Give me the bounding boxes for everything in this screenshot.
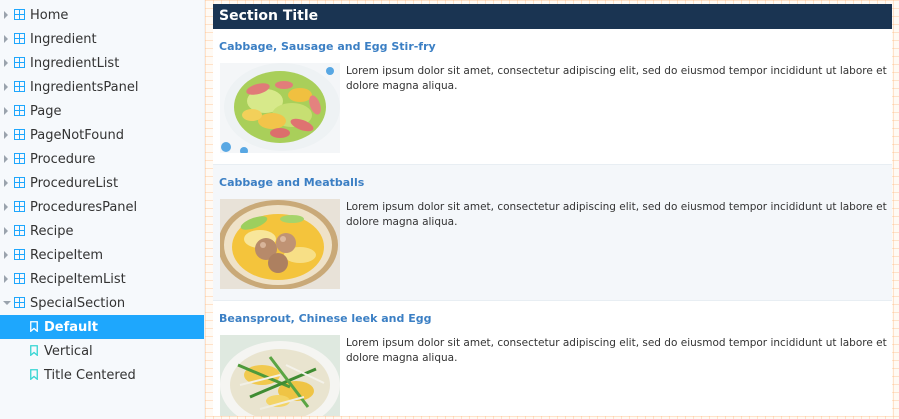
recipe-title[interactable]: Cabbage and Meatballs — [219, 176, 364, 189]
sidebar-item-recipeitem[interactable]: RecipeItem — [0, 243, 204, 267]
sidebar-item-label: PageNotFound — [30, 127, 124, 143]
recipe-title[interactable]: Cabbage, Sausage and Egg Stir-fry — [219, 40, 436, 53]
recipe-description: Lorem ipsum dolor sit amet, consectetur … — [346, 337, 887, 364]
component-icon — [14, 297, 25, 308]
sidebar-item-pagenotfound[interactable]: PageNotFound — [0, 123, 204, 147]
sidebar-item-page[interactable]: Page — [0, 99, 204, 123]
component-icon — [14, 273, 25, 284]
component-icon — [14, 129, 25, 140]
expand-caret-icon[interactable] — [4, 35, 8, 43]
expand-caret-icon[interactable] — [4, 179, 8, 187]
expand-caret-icon[interactable] — [4, 275, 8, 283]
recipe-description: Lorem ipsum dolor sit amet, consectetur … — [346, 201, 887, 228]
sidebar-item-label: SpecialSection — [30, 295, 126, 311]
sidebar-item-label: ProceduresPanel — [30, 199, 138, 215]
sidebar-item-label: Procedure — [30, 151, 96, 167]
bookmark-icon — [30, 369, 38, 380]
recipe-description: Lorem ipsum dolor sit amet, consectetur … — [346, 65, 887, 92]
expand-caret-icon[interactable] — [4, 11, 8, 19]
component-icon — [14, 81, 25, 92]
sidebar-item-ingredientlist[interactable]: IngredientList — [0, 51, 204, 75]
recipe-card[interactable]: Beansprout, Chinese leek and Egg Lorem i… — [213, 301, 892, 416]
expand-caret-icon[interactable] — [4, 107, 8, 115]
story-label: Title Centered — [44, 367, 136, 383]
sidebar-item-procedure[interactable]: Procedure — [0, 147, 204, 171]
bookmark-icon — [30, 321, 38, 332]
story-label: Default — [44, 319, 98, 335]
sidebar-item-procedurespanel[interactable]: ProceduresPanel — [0, 195, 204, 219]
story-default[interactable]: Default — [0, 315, 204, 339]
component-icon — [14, 105, 25, 116]
sidebar-item-specialsection[interactable]: SpecialSection — [0, 291, 204, 315]
expand-caret-icon[interactable] — [4, 227, 8, 235]
component-icon — [14, 225, 25, 236]
recipe-title[interactable]: Beansprout, Chinese leek and Egg — [219, 312, 431, 325]
sidebar-item-home[interactable]: Home — [0, 3, 204, 27]
sidebar-item-ingredientspanel[interactable]: IngredientsPanel — [0, 75, 204, 99]
component-icon — [14, 33, 25, 44]
sidebar-item-recipeitemlist[interactable]: RecipeItemList — [0, 267, 204, 291]
component-icon — [14, 57, 25, 68]
sidebar-item-label: RecipeItemList — [30, 271, 126, 287]
expand-caret-icon[interactable] — [4, 251, 8, 259]
sidebar-item-label: Home — [30, 7, 69, 23]
component-icon — [14, 249, 25, 260]
sidebar-item-label: ProcedureList — [30, 175, 119, 191]
expand-caret-icon[interactable] — [4, 203, 8, 211]
expand-caret-icon[interactable] — [4, 83, 8, 91]
sidebar-item-label: Ingredient — [30, 31, 97, 47]
expand-caret-icon[interactable] — [4, 59, 8, 67]
preview-canvas: Section Title Cabbage, Sausage and Egg S… — [205, 0, 899, 419]
recipe-card[interactable]: Cabbage and Meatballs Lorem ipsum dolor … — [213, 165, 892, 301]
story-vertical[interactable]: Vertical — [0, 339, 204, 363]
bookmark-icon — [30, 345, 38, 356]
sidebar-item-ingredient[interactable]: Ingredient — [0, 27, 204, 51]
recipe-photo[interactable] — [220, 63, 340, 153]
sidebar-item-label: RecipeItem — [30, 247, 104, 263]
special-section: Section Title Cabbage, Sausage and Egg S… — [213, 4, 892, 416]
component-icon — [14, 9, 25, 20]
component-icon — [14, 177, 25, 188]
section-title: Section Title — [213, 4, 892, 29]
recipe-photo[interactable] — [220, 335, 340, 416]
sidebar-item-label: Recipe — [30, 223, 74, 239]
sidebar-item-procedurelist[interactable]: ProcedureList — [0, 171, 204, 195]
story-title-centered[interactable]: Title Centered — [0, 363, 204, 387]
sidebar-item-label: Page — [30, 103, 62, 119]
collapse-caret-icon[interactable] — [3, 301, 11, 305]
sidebar-item-label: IngredientsPanel — [30, 79, 139, 95]
component-icon — [14, 201, 25, 212]
expand-caret-icon[interactable] — [4, 131, 8, 139]
sidebar-item-recipe[interactable]: Recipe — [0, 219, 204, 243]
expand-caret-icon[interactable] — [4, 155, 8, 163]
story-label: Vertical — [44, 343, 93, 359]
recipe-photo[interactable] — [220, 199, 340, 289]
component-icon — [14, 153, 25, 164]
component-sidebar: Home Ingredient IngredientList Ingredien… — [0, 0, 205, 419]
recipe-card[interactable]: Cabbage, Sausage and Egg Stir-fry Lorem … — [213, 29, 892, 165]
sidebar-item-label: IngredientList — [30, 55, 120, 71]
